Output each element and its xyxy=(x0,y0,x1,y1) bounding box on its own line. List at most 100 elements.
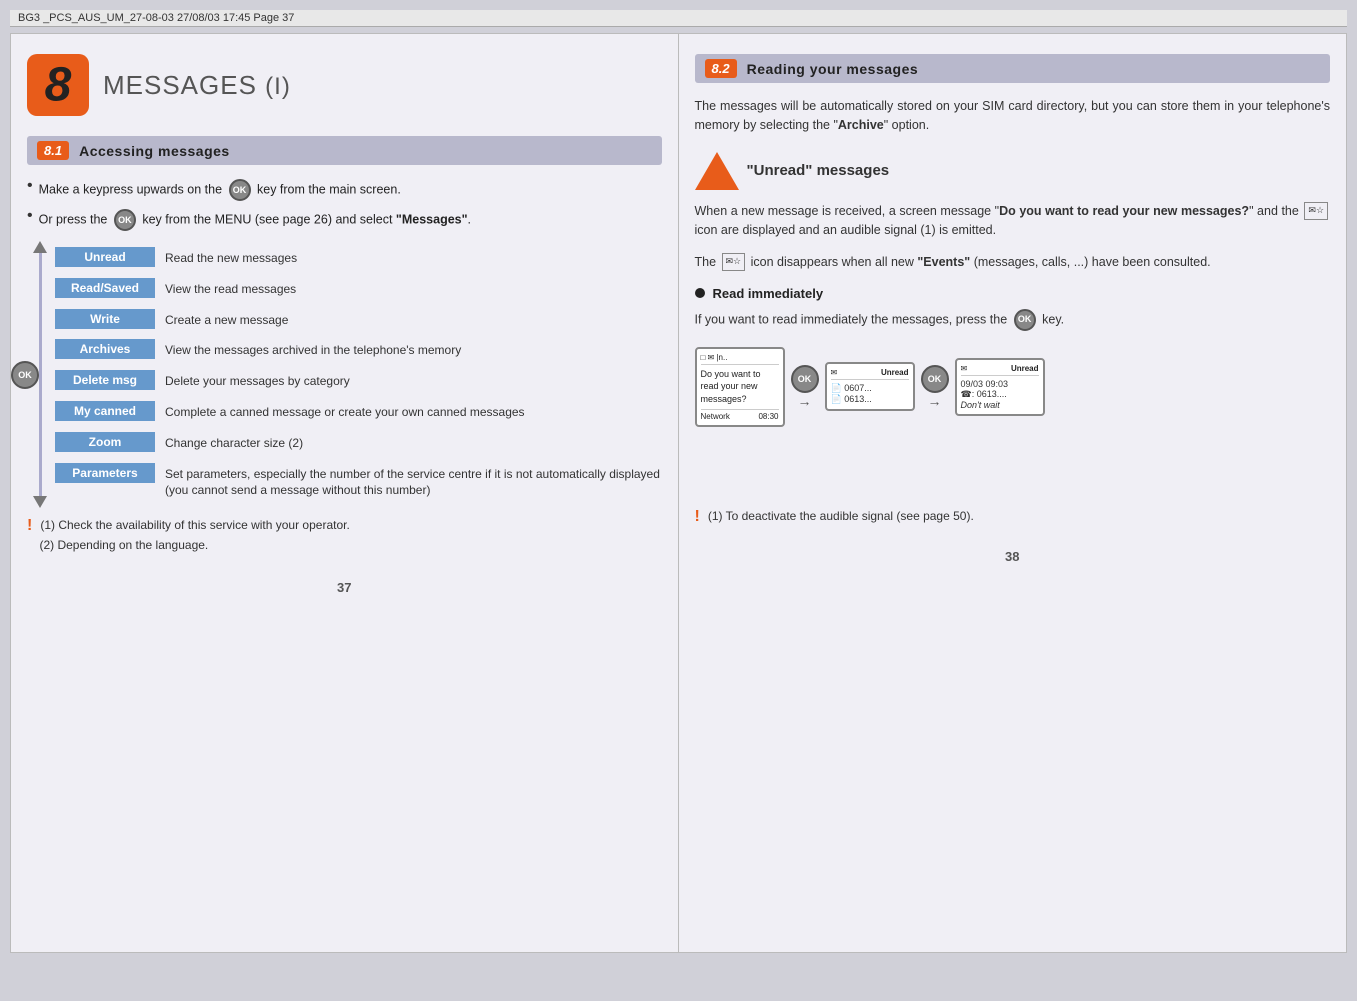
vertical-bar xyxy=(39,247,42,502)
read-immediately-body: If you want to read immediately the mess… xyxy=(695,309,1331,331)
screen-2-header: ✉ Unread xyxy=(831,368,909,380)
menu-label-mycanned: My canned xyxy=(55,401,155,421)
arrow-right-1: → xyxy=(798,393,812,409)
arrow-right-2: → xyxy=(928,393,942,409)
phone-screen-1: □ ✉ |n.. Do you want toread your newmess… xyxy=(695,347,785,427)
ok-arrow-1: OK → xyxy=(791,365,819,409)
doc-header-text: BG3 _PCS_AUS_UM_27-08-03 27/08/03 17:45 … xyxy=(18,12,294,24)
chapter-subtitle: (I) xyxy=(265,73,291,100)
bullet-text-1: Make a keypress upwards on the OK key fr… xyxy=(39,179,401,201)
menu-desc-mycanned: Complete a canned message or create your… xyxy=(155,401,525,424)
screen-3-envelope: ✉ xyxy=(961,364,968,373)
menu-row-deletemsg: Delete msg Delete your messages by categ… xyxy=(55,370,662,393)
menu-table-wrapper: OK Unread Read the new messages Read/Sav… xyxy=(27,247,662,502)
ok-side-button[interactable]: OK xyxy=(11,361,39,389)
arrow-down-icon xyxy=(33,496,47,508)
screen-2-row-2: 📄 0613... xyxy=(831,394,909,405)
envelope-icon: ✉☆ xyxy=(1304,202,1328,220)
screen-1-header: □ ✉ |n.. xyxy=(701,353,779,365)
menu-label-unread: Unread xyxy=(55,247,155,267)
bullet-dot-2: • xyxy=(27,207,33,225)
page-number-left: 37 xyxy=(27,580,662,595)
section-8-1-title: Accessing messages xyxy=(79,143,230,159)
read-immediately-header: Read immediately xyxy=(695,286,1331,301)
screen-1-time: 08:30 xyxy=(758,412,778,421)
unread-section-title: "Unread" messages xyxy=(695,152,1331,190)
phone-screen-3: ✉ Unread 09/03 09:03 ☎: 0613.... Don't w… xyxy=(955,358,1045,416)
menu-row-archives: Archives View the messages archived in t… xyxy=(55,339,662,362)
unread-title-text: "Unread" messages xyxy=(747,162,890,179)
chapter-number: 8 xyxy=(45,58,72,113)
bullet-dot-1: • xyxy=(27,177,33,195)
footnote-right-block: ! (1) To deactivate the audible signal (… xyxy=(695,509,1331,525)
section-8-2-intro: The messages will be automatically store… xyxy=(695,97,1331,136)
unread-triangle-icon xyxy=(695,152,739,190)
screen-1-icons: □ ✉ |n.. xyxy=(701,353,728,362)
menu-table: Unread Read the new messages Read/Saved … xyxy=(55,247,662,502)
footnote-right-text: (1) To deactivate the audible signal (se… xyxy=(708,509,974,523)
menu-row-readsaved: Read/Saved View the read messages xyxy=(55,278,662,301)
menu-desc-write: Create a new message xyxy=(155,309,288,332)
chapter-icon: 8 xyxy=(27,54,89,116)
section-8-2-header: 8.2 Reading your messages xyxy=(695,54,1331,83)
doc-header: BG3 _PCS_AUS_UM_27-08-03 27/08/03 17:45 … xyxy=(10,10,1347,27)
right-page: 8.2 Reading your messages The messages w… xyxy=(679,33,1348,953)
menu-row-parameters: Parameters Set parameters, especially th… xyxy=(55,463,662,503)
menu-desc-deletemsg: Delete your messages by category xyxy=(155,370,350,393)
menu-label-write: Write xyxy=(55,309,155,329)
section-8-1-badge: 8.1 xyxy=(37,141,69,160)
footnote-1-text: (1) Check the availability of this servi… xyxy=(40,518,349,532)
chapter-title-block: MESSAGES (I) xyxy=(103,70,291,101)
bullet-text-2: Or press the OK key from the MENU (see p… xyxy=(39,209,471,231)
screen-1-body: Do you want toread your newmessages? xyxy=(701,368,779,406)
ok-circle-1[interactable]: OK xyxy=(791,365,819,393)
menu-desc-readsaved: View the read messages xyxy=(155,278,296,301)
phone-screens: □ ✉ |n.. Do you want toread your newmess… xyxy=(695,347,1331,427)
bullet-1: • Make a keypress upwards on the OK key … xyxy=(27,179,662,201)
ok-key-right: OK xyxy=(1014,309,1036,331)
screen-3-header: ✉ Unread xyxy=(961,364,1039,376)
menu-label-readsaved: Read/Saved xyxy=(55,278,155,298)
ok-key-inline-2: OK xyxy=(114,209,136,231)
screen-2-row-1: 📄 0607... xyxy=(831,383,909,394)
footnote-right-marker: ! xyxy=(695,509,700,525)
footnote-2-text: (2) Depending on the language. xyxy=(39,538,208,552)
section-8-1-header: 8.1 Accessing messages xyxy=(27,136,662,165)
menu-row-mycanned: My canned Complete a canned message or c… xyxy=(55,401,662,424)
ok-key-inline-1: OK xyxy=(229,179,251,201)
chapter-header: 8 MESSAGES (I) xyxy=(27,54,662,116)
menu-label-zoom: Zoom xyxy=(55,432,155,452)
footnote-marker-1: ! xyxy=(27,518,32,534)
unread-body-1: When a new message is received, a screen… xyxy=(695,202,1331,241)
ok-circle-2[interactable]: OK xyxy=(921,365,949,393)
menu-row-zoom: Zoom Change character size (2) xyxy=(55,432,662,455)
section-8-2-badge: 8.2 xyxy=(705,59,737,78)
screen-3-title: Unread xyxy=(1011,364,1039,373)
bullet-2: • Or press the OK key from the MENU (see… xyxy=(27,209,662,231)
section-8-2-title: Reading your messages xyxy=(747,61,919,77)
screen-3-row-1: 09/03 09:03 xyxy=(961,379,1039,389)
screen-2-envelope: ✉ xyxy=(831,368,838,377)
left-page: 8 MESSAGES (I) 8.1 Accessing messages • … xyxy=(10,33,679,953)
footnote-2-block: (2) Depending on the language. xyxy=(27,538,662,556)
read-immediately-title: Read immediately xyxy=(713,286,824,301)
main-container: 8 MESSAGES (I) 8.1 Accessing messages • … xyxy=(10,33,1347,953)
menu-row-unread: Unread Read the new messages xyxy=(55,247,662,270)
ok-circle[interactable]: OK xyxy=(11,361,39,389)
envelope-icon-2: ✉☆ xyxy=(722,253,746,271)
menu-desc-parameters: Set parameters, especially the number of… xyxy=(155,463,662,503)
menu-label-parameters: Parameters xyxy=(55,463,155,483)
screen-2-title: Unread xyxy=(881,368,909,377)
footnote-1-block: ! (1) Check the availability of this ser… xyxy=(27,518,662,534)
chapter-title-text: MESSAGES xyxy=(103,70,257,100)
chapter-title: MESSAGES (I) xyxy=(103,70,291,100)
screen-3-row-3: Don't wait xyxy=(961,400,1039,410)
footnote-spacer xyxy=(27,538,31,556)
footnote-right-spacer xyxy=(695,443,1331,503)
menu-label-deletemsg: Delete msg xyxy=(55,370,155,390)
read-immediately-bullet xyxy=(695,288,705,298)
menu-row-write: Write Create a new message xyxy=(55,309,662,332)
menu-desc-archives: View the messages archived in the teleph… xyxy=(155,339,461,362)
screen-1-network: Network xyxy=(701,412,730,421)
page-number-right: 38 xyxy=(695,549,1331,564)
